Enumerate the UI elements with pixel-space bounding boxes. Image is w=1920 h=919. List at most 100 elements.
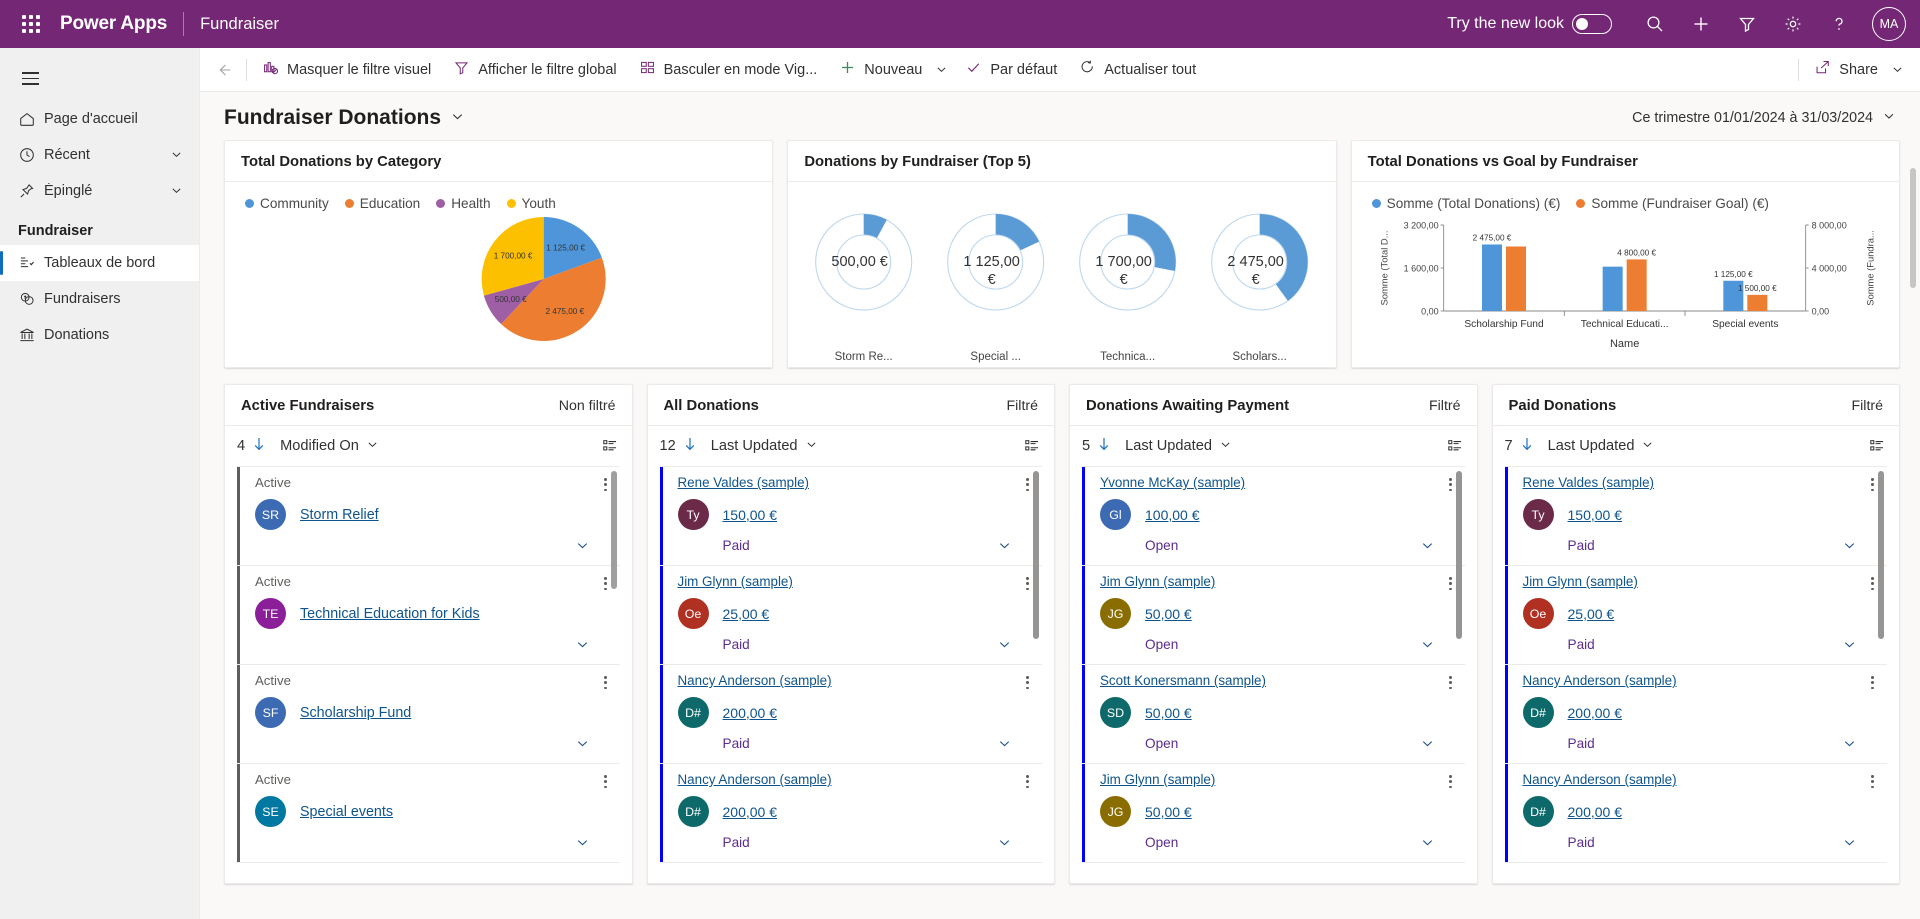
sort-field-selector[interactable]: Last Updated: [711, 438, 818, 455]
more-options-icon[interactable]: [1446, 475, 1455, 494]
user-avatar[interactable]: MA: [1872, 7, 1906, 41]
chevron-down-icon[interactable]: [450, 106, 465, 130]
sort-direction-icon[interactable]: [683, 436, 697, 456]
fundraiser-name-link[interactable]: Technical Education for Kids: [300, 606, 480, 622]
record-count[interactable]: 5: [1082, 436, 1111, 456]
chevron-down-icon[interactable]: [1219, 438, 1232, 455]
expand-chevron-down-icon[interactable]: [1842, 538, 1857, 553]
donor-name-link[interactable]: Nancy Anderson (sample): [1523, 673, 1677, 688]
legend-item[interactable]: Education: [344, 196, 420, 211]
more-options-icon[interactable]: [601, 475, 610, 494]
donation-amount-link[interactable]: 25,00 €: [1568, 606, 1615, 622]
donation-amount-link[interactable]: 50,00 €: [1145, 804, 1192, 820]
sort-field-selector[interactable]: Last Updated: [1548, 438, 1655, 455]
expand-chevron-down-icon[interactable]: [1842, 736, 1857, 751]
donor-name-link[interactable]: Yvonne McKay (sample): [1100, 475, 1245, 490]
donor-name-link[interactable]: Jim Glynn (sample): [1523, 574, 1638, 589]
more-options-icon[interactable]: [1868, 673, 1877, 692]
more-options-icon[interactable]: [1023, 574, 1032, 593]
sort-direction-icon[interactable]: [1097, 436, 1111, 456]
legend-item[interactable]: Health: [436, 196, 491, 211]
funnel-icon[interactable]: [1726, 4, 1768, 44]
list-item[interactable]: Active SE Special events: [237, 764, 620, 863]
more-options-icon[interactable]: [1868, 574, 1877, 593]
legend-item[interactable]: Somme (Total Donations) (€): [1371, 196, 1560, 211]
chevron-down-icon[interactable]: [165, 148, 187, 161]
chevron-down-icon[interactable]: [366, 438, 379, 455]
list-item[interactable]: Nancy Anderson (sample) D# 200,00 € Paid: [1504, 665, 1887, 764]
view-selector-icon[interactable]: [602, 438, 618, 454]
bar-chart[interactable]: Somme (Total Donations) (€) Somme (Fundr…: [1352, 182, 1899, 367]
list-item[interactable]: Jim Glynn (sample) JG 50,00 € Open: [1082, 764, 1465, 863]
record-count[interactable]: 4: [237, 436, 266, 456]
share-chevron-down-icon[interactable]: [1889, 52, 1910, 88]
legend-item[interactable]: Community: [245, 196, 329, 211]
list-item[interactable]: Active TE Technical Education for Kids: [237, 566, 620, 665]
expand-chevron-down-icon[interactable]: [575, 637, 590, 652]
donor-name-link[interactable]: Rene Valdes (sample): [678, 475, 810, 490]
plus-icon[interactable]: [1680, 4, 1722, 44]
donation-amount-link[interactable]: 50,00 €: [1145, 606, 1192, 622]
expand-chevron-down-icon[interactable]: [997, 538, 1012, 553]
fundraiser-name-link[interactable]: Scholarship Fund: [300, 705, 411, 721]
gear-icon[interactable]: [1772, 4, 1814, 44]
switch-to-tile-mode-button[interactable]: Basculer en mode Vig...: [628, 52, 829, 88]
hamburger-menu-icon[interactable]: [0, 56, 199, 101]
sidebar-item-recent[interactable]: Récent: [0, 137, 199, 173]
list-item[interactable]: Rene Valdes (sample) Ty 150,00 € Paid: [659, 467, 1042, 566]
expand-chevron-down-icon[interactable]: [1420, 538, 1435, 553]
list-scroll-area[interactable]: Rene Valdes (sample) Ty 150,00 € Paid Ji…: [648, 466, 1055, 883]
donation-amount-link[interactable]: 200,00 €: [723, 804, 778, 820]
list-item[interactable]: Scott Konersmann (sample) SD 50,00 € Ope…: [1082, 665, 1465, 764]
donor-name-link[interactable]: Jim Glynn (sample): [1100, 772, 1215, 787]
refresh-all-button[interactable]: Actualiser tout: [1068, 52, 1207, 88]
more-options-icon[interactable]: [1023, 475, 1032, 494]
chevron-down-icon[interactable]: [165, 184, 187, 197]
sort-field-selector[interactable]: Modified On: [280, 438, 379, 455]
list-scroll-area[interactable]: Active SR Storm Relief Active TE Technic…: [225, 466, 632, 883]
donor-name-link[interactable]: Jim Glynn (sample): [1100, 574, 1215, 589]
legend-item[interactable]: Youth: [506, 196, 556, 211]
donation-amount-link[interactable]: 50,00 €: [1145, 705, 1192, 721]
app-name-label[interactable]: Fundraiser: [200, 15, 279, 34]
list-item[interactable]: Jim Glynn (sample) JG 50,00 € Open: [1082, 566, 1465, 665]
expand-chevron-down-icon[interactable]: [1420, 736, 1435, 751]
legend-item[interactable]: Somme (Fundraiser Goal) (€): [1576, 196, 1769, 211]
sidebar-item-home[interactable]: Page d'accueil: [0, 101, 199, 137]
more-options-icon[interactable]: [1023, 673, 1032, 692]
expand-chevron-down-icon[interactable]: [575, 835, 590, 850]
list-item[interactable]: Nancy Anderson (sample) D# 200,00 € Paid: [659, 665, 1042, 764]
list-scroll-area[interactable]: Rene Valdes (sample) Ty 150,00 € Paid Ji…: [1493, 466, 1900, 883]
donation-amount-link[interactable]: 150,00 €: [723, 507, 778, 523]
search-icon[interactable]: [1634, 4, 1676, 44]
more-options-icon[interactable]: [1446, 772, 1455, 791]
expand-chevron-down-icon[interactable]: [1842, 637, 1857, 652]
expand-chevron-down-icon[interactable]: [997, 637, 1012, 652]
expand-chevron-down-icon[interactable]: [1420, 835, 1435, 850]
view-selector-icon[interactable]: [1869, 438, 1885, 454]
list-item[interactable]: Yvonne McKay (sample) Gl 100,00 € Open: [1082, 467, 1465, 566]
donation-amount-link[interactable]: 25,00 €: [723, 606, 770, 622]
hide-visual-filter-button[interactable]: Masquer le filtre visuel: [251, 52, 442, 88]
list-scrollbar[interactable]: [1455, 471, 1462, 639]
app-launcher-icon[interactable]: [14, 7, 48, 41]
sort-direction-icon[interactable]: [1520, 436, 1534, 456]
chevron-down-icon[interactable]: [805, 438, 818, 455]
sidebar-item-pinned[interactable]: Épinglé: [0, 173, 199, 209]
donation-amount-link[interactable]: 200,00 €: [1568, 705, 1623, 721]
sidebar-item-dashboards[interactable]: Tableaux de bord: [0, 244, 199, 281]
more-options-icon[interactable]: [1446, 574, 1455, 593]
list-scrollbar[interactable]: [1878, 471, 1884, 639]
page-title[interactable]: Fundraiser Donations: [224, 106, 465, 130]
chevron-down-icon[interactable]: [1641, 438, 1654, 455]
expand-chevron-down-icon[interactable]: [1842, 835, 1857, 850]
back-arrow-icon[interactable]: [206, 52, 242, 88]
expand-chevron-down-icon[interactable]: [997, 736, 1012, 751]
new-button-chevron-down-icon[interactable]: [933, 52, 954, 88]
list-scrollbar[interactable]: [610, 471, 617, 589]
donation-amount-link[interactable]: 200,00 €: [1568, 804, 1623, 820]
list-item[interactable]: Rene Valdes (sample) Ty 150,00 € Paid: [1504, 467, 1887, 566]
brand-label[interactable]: Power Apps: [60, 13, 167, 35]
donation-amount-link[interactable]: 200,00 €: [723, 705, 778, 721]
donor-name-link[interactable]: Jim Glynn (sample): [678, 574, 793, 589]
